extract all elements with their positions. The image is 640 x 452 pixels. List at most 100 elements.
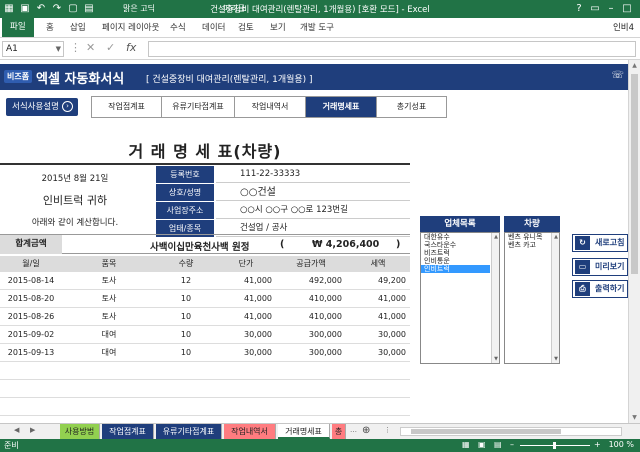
- nav-tab-work-detail[interactable]: 작업내역서: [235, 97, 306, 117]
- field-value-reg-no[interactable]: 111-22-33333: [216, 166, 410, 183]
- title-divider: [0, 163, 410, 165]
- page-break-view-icon[interactable]: ▤: [494, 440, 502, 449]
- table-row[interactable]: 2015-08-20 토사 10 41,000 410,000 41,000: [0, 290, 410, 308]
- maximize-icon[interactable]: □: [620, 2, 634, 16]
- sheet-tab-work-detail[interactable]: 작업내역서: [224, 424, 276, 439]
- cell-tax: 41,000: [378, 312, 406, 321]
- preview-button[interactable]: ▭ 미리보기: [572, 258, 628, 276]
- scroll-up-icon[interactable]: ▲: [552, 234, 560, 240]
- table-row[interactable]: [0, 398, 410, 416]
- tab-data[interactable]: 데이터: [202, 21, 225, 33]
- cell-qty: 10: [180, 348, 192, 357]
- invoice-table-header: 월/일 품목 수량 단가 공급가액 세액: [0, 256, 410, 272]
- cell-price: 41,000: [244, 294, 272, 303]
- formula-input[interactable]: [148, 41, 636, 57]
- table-row[interactable]: [0, 362, 410, 380]
- table-row[interactable]: [0, 380, 410, 398]
- name-box[interactable]: A1 ▼: [2, 41, 64, 57]
- nav-tab-fuel-summary[interactable]: 유류기타접계표: [162, 97, 235, 117]
- scroll-thumb[interactable]: [411, 429, 561, 434]
- scrollbar[interactable]: ▲ ▼: [491, 233, 499, 363]
- zoom-slider-handle[interactable]: [553, 442, 556, 449]
- minimize-icon[interactable]: –: [604, 2, 618, 16]
- more-tabs-icon[interactable]: …: [350, 426, 357, 434]
- tab-review[interactable]: 검토: [238, 21, 254, 33]
- col-date: 월/일: [22, 259, 40, 268]
- cancel-icon[interactable]: ✕: [86, 41, 95, 54]
- cell-item: 대여: [101, 330, 117, 339]
- tab-scroll-left-icon[interactable]: ◀: [14, 426, 19, 434]
- table-row[interactable]: 2015-09-13 대여 10 30,000 300,000 30,000: [0, 344, 410, 362]
- scroll-thumb[interactable]: [631, 74, 638, 274]
- cell-item: 토사: [101, 312, 117, 321]
- table-row[interactable]: 2015-09-02 대여 10 30,000 300,000 30,000: [0, 326, 410, 344]
- field-value-company[interactable]: ○○건설: [216, 184, 410, 201]
- horizontal-scrollbar[interactable]: [400, 427, 622, 436]
- zoom-level[interactable]: 100 %: [609, 440, 634, 449]
- usage-guide-button[interactable]: 서식사용설명 ›: [6, 98, 78, 116]
- list-item[interactable]: 국스타운수: [421, 241, 499, 249]
- refresh-button[interactable]: ↻ 새로고침: [572, 234, 628, 252]
- cell-tax: 41,000: [378, 294, 406, 303]
- tab-view[interactable]: 보기: [270, 21, 286, 33]
- tab-page-layout[interactable]: 페이지 레이아웃: [102, 21, 159, 33]
- tab-file[interactable]: 파일: [2, 18, 34, 37]
- refresh-label: 새로고침: [595, 238, 625, 247]
- print-icon: ⎙: [575, 282, 590, 296]
- cell-date: 2015-08-20: [7, 294, 55, 303]
- invoice-note: 아래와 같이 계산합니다.: [31, 218, 119, 228]
- tab-scroll-right-icon[interactable]: ▶: [30, 426, 35, 434]
- col-tax: 세액: [370, 259, 386, 268]
- vertical-scrollbar[interactable]: ▲ ▼: [628, 60, 640, 423]
- scrollbar[interactable]: ▲ ▼: [551, 233, 559, 363]
- sheet-tab-usage[interactable]: 사용방법: [60, 424, 100, 439]
- zoom-out-icon[interactable]: –: [510, 440, 514, 449]
- list-item[interactable]: 인비통운: [421, 257, 499, 265]
- normal-view-icon[interactable]: ▦: [462, 440, 470, 449]
- scroll-down-icon[interactable]: ▼: [552, 356, 560, 362]
- scroll-down-icon[interactable]: ▼: [492, 356, 500, 362]
- print-button[interactable]: ⎙ 출력하기: [572, 280, 628, 298]
- chevron-down-icon[interactable]: ▼: [56, 42, 61, 56]
- list-item-selected[interactable]: 인비트럭: [421, 265, 490, 273]
- enter-icon[interactable]: ✓: [106, 41, 115, 54]
- company-listbox[interactable]: 대한유수 국스타운수 비즈트럭 인비통운 인비트럭 ▲ ▼: [420, 232, 500, 364]
- ribbon-display-icon[interactable]: ▭: [588, 2, 602, 16]
- tab-insert[interactable]: 삽입: [70, 21, 86, 33]
- ribbon-tabs: 파일 홈 삽입 페이지 레이아웃 수식 데이터 검토 보기 개발 도구 인비4: [0, 18, 640, 38]
- nav-tab-work-summary[interactable]: 작업접계표: [92, 97, 162, 117]
- table-row[interactable]: 2015-08-26 토사 10 41,000 410,000 41,000: [0, 308, 410, 326]
- scroll-down-icon[interactable]: ▼: [629, 414, 640, 421]
- invoice-recipient: 인비트럭 귀하: [42, 194, 108, 207]
- help-icon[interactable]: ?: [572, 2, 586, 16]
- cell-supply: 492,000: [308, 276, 342, 285]
- insert-function-icon[interactable]: fx: [126, 41, 136, 54]
- list-item[interactable]: 비즈트럭: [421, 249, 499, 257]
- cell-price: 41,000: [244, 276, 272, 285]
- phone-icon: ☏: [611, 70, 624, 81]
- zoom-in-icon[interactable]: +: [594, 440, 601, 449]
- tab-home[interactable]: 홈: [46, 21, 54, 33]
- sheet-tab-work-summary[interactable]: 작업접계표: [102, 424, 154, 439]
- sheet-tab-total[interactable]: 총: [332, 424, 346, 439]
- sheet-tab-fuel-summary[interactable]: 유류기타접계표: [156, 424, 222, 439]
- cell-supply: 300,000: [308, 348, 342, 357]
- table-row[interactable]: 2015-08-14 토사 12 41,000 492,000 49,200: [0, 272, 410, 290]
- sheet-tab-invoice[interactable]: 거래명세표: [278, 424, 330, 439]
- user-name[interactable]: 인비4: [613, 21, 634, 33]
- total-number: ₩ 4,206,400: [312, 239, 380, 250]
- nav-tab-progress-total[interactable]: 총기성표: [377, 97, 446, 117]
- add-sheet-icon[interactable]: ⊕: [362, 425, 370, 436]
- vehicle-listbox[interactable]: 벤츠 유니목 벤츠 카고 ▲ ▼: [504, 232, 560, 364]
- page-layout-view-icon[interactable]: ▣: [478, 440, 486, 449]
- formula-bar: A1 ▼ ⋮ ✕ ✓ fx: [0, 38, 640, 60]
- worksheet[interactable]: 비즈폼 엑셀 자동화서식 [ 건설중장비 대여관리(렌탈관리, 1개월용) ] …: [0, 60, 628, 423]
- window-title: 건설중장비 대여관리(렌탈관리, 1개월용) [호환 모드] - Excel: [210, 5, 430, 15]
- scroll-up-icon[interactable]: ▲: [492, 234, 500, 240]
- nav-tab-invoice[interactable]: 거래명세표: [306, 97, 377, 117]
- scroll-up-icon[interactable]: ▲: [629, 62, 640, 69]
- list-item[interactable]: 대한유수: [421, 233, 499, 241]
- field-value-address[interactable]: ○○시 ○○구 ○○로 123번길: [216, 202, 410, 219]
- tab-developer[interactable]: 개발 도구: [300, 21, 334, 33]
- tab-formulas[interactable]: 수식: [170, 21, 186, 33]
